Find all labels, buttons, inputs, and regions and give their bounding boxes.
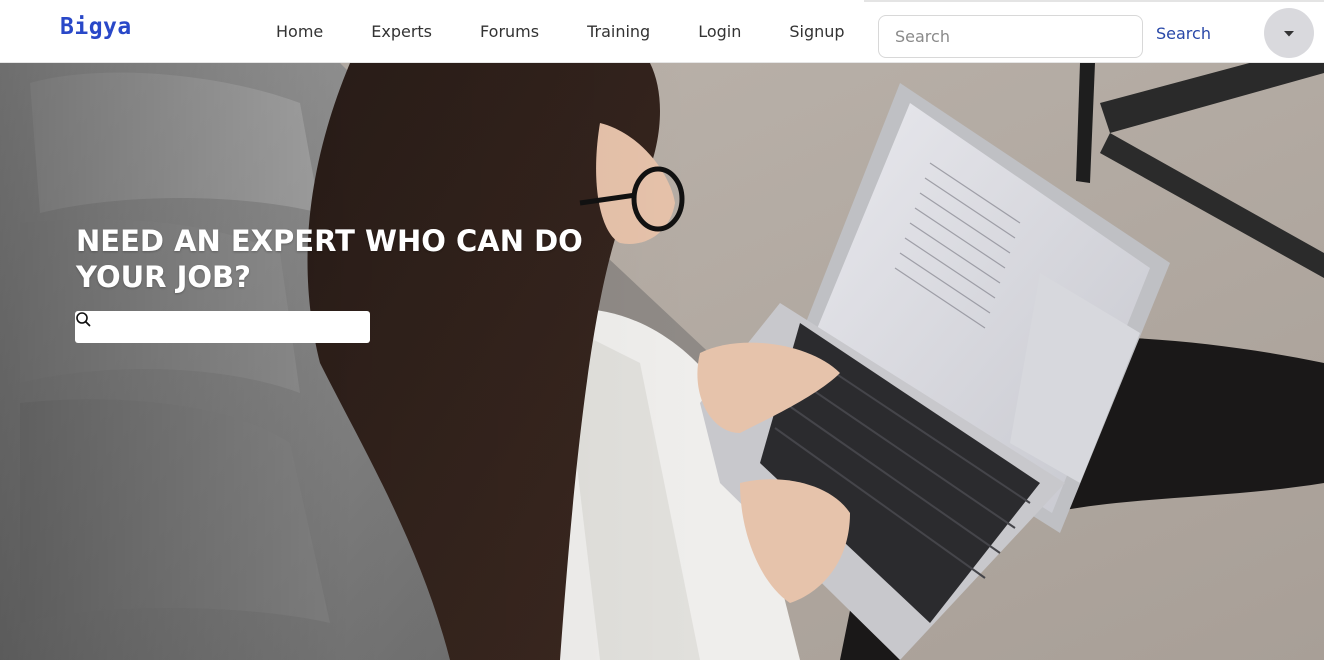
profile-menu-button[interactable]	[1264, 8, 1314, 58]
nav-link-experts[interactable]: Experts	[347, 22, 456, 41]
search-icon	[76, 311, 99, 343]
nav-link-home[interactable]: Home	[252, 22, 347, 41]
navbar-search-input[interactable]	[878, 15, 1143, 58]
hero-search-input[interactable]	[99, 312, 370, 342]
nav-link-login[interactable]: Login	[674, 22, 765, 41]
hero-search-box[interactable]	[75, 311, 370, 343]
brand-logo[interactable]: Bigya	[60, 14, 132, 40]
caret-down-icon	[1283, 26, 1295, 41]
top-navbar: Bigya Home Experts Forums Training Login…	[0, 0, 1324, 63]
hero-background-photo	[0, 63, 1324, 660]
nav-link-forums[interactable]: Forums	[456, 22, 563, 41]
hero-headline: NEED AN EXPERT WHO CAN DO YOUR JOB?	[76, 224, 583, 294]
navbar-search-area: Search	[864, 0, 1324, 63]
navbar-search-button[interactable]: Search	[1156, 24, 1211, 43]
nav-link-training[interactable]: Training	[563, 22, 674, 41]
nav-link-signup[interactable]: Signup	[765, 22, 868, 41]
main-nav: Home Experts Forums Training Login Signu…	[252, 0, 869, 63]
hero-section: NEED AN EXPERT WHO CAN DO YOUR JOB?	[0, 63, 1324, 660]
